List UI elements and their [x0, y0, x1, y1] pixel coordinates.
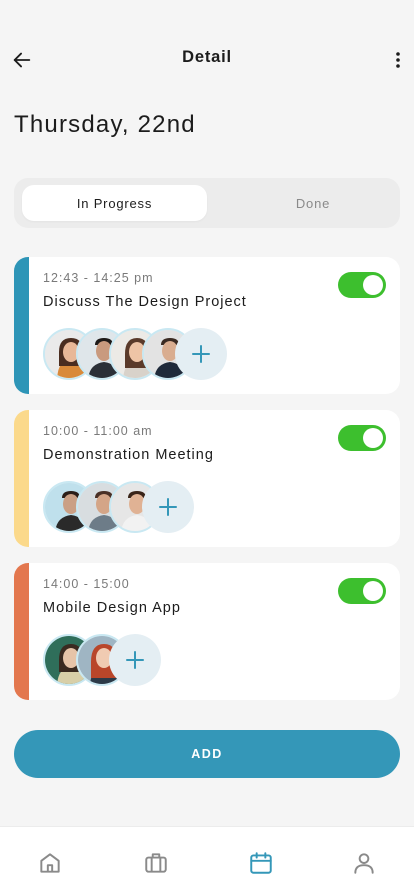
task-card[interactable]: 10:00 - 11:00 am Demonstration Meeting — [14, 410, 400, 547]
task-time: 14:00 - 15:00 — [43, 577, 130, 591]
add-participant-button[interactable] — [142, 481, 194, 533]
date-heading: Thursday, 22nd — [14, 111, 196, 138]
plus-icon — [159, 498, 177, 516]
tab-in-progress[interactable]: In Progress — [22, 185, 207, 221]
tab-done[interactable]: Done — [224, 185, 402, 221]
toggle-knob — [363, 275, 383, 295]
add-participant-button[interactable] — [175, 328, 227, 380]
nav-briefcase[interactable] — [142, 849, 170, 877]
top-bar: Detail — [0, 0, 414, 115]
task-color-stripe — [14, 563, 29, 700]
task-color-stripe — [14, 257, 29, 394]
task-title: Mobile Design App — [43, 600, 181, 616]
page-title: Detail — [182, 48, 232, 66]
home-icon — [40, 853, 60, 873]
task-title: Demonstration Meeting — [43, 447, 214, 463]
more-vertical-icon — [396, 52, 400, 68]
task-toggle[interactable] — [338, 578, 386, 604]
task-card[interactable]: 12:43 - 14:25 pm Discuss The Design Proj… — [14, 257, 400, 394]
add-participant-button[interactable] — [109, 634, 161, 686]
nav-calendar[interactable] — [247, 849, 275, 877]
task-title: Discuss The Design Project — [43, 294, 247, 310]
bottom-navigation — [0, 826, 414, 896]
task-toggle[interactable] — [338, 272, 386, 298]
nav-home[interactable] — [36, 849, 64, 877]
task-time: 10:00 - 11:00 am — [43, 424, 153, 438]
plus-icon — [192, 345, 210, 363]
task-card[interactable]: 14:00 - 15:00 Mobile Design App — [14, 563, 400, 700]
briefcase-icon — [145, 853, 167, 873]
task-time: 12:43 - 14:25 pm — [43, 271, 154, 285]
nav-profile[interactable] — [350, 849, 378, 877]
add-button[interactable]: ADD — [14, 730, 400, 778]
calendar-icon — [250, 852, 272, 874]
task-color-stripe — [14, 410, 29, 547]
user-icon — [354, 853, 374, 874]
plus-icon — [126, 651, 144, 669]
status-tabs: In Progress Done — [14, 178, 400, 228]
toggle-knob — [363, 428, 383, 448]
task-toggle[interactable] — [338, 425, 386, 451]
toggle-knob — [363, 581, 383, 601]
more-options-button[interactable] — [388, 46, 408, 74]
